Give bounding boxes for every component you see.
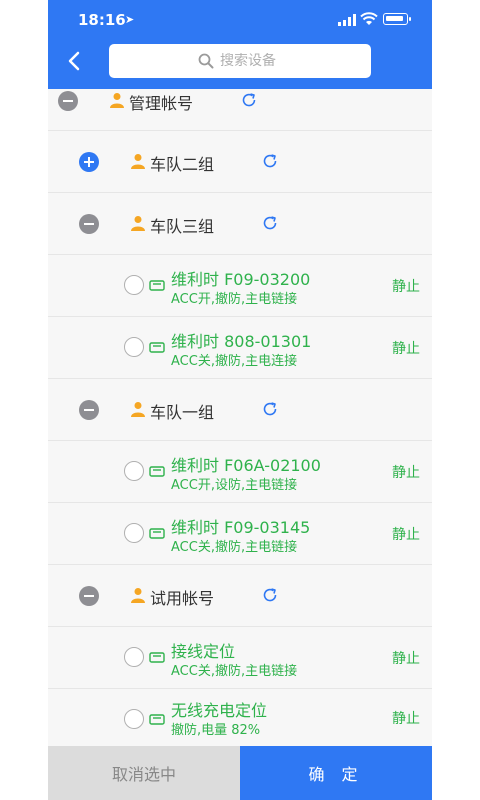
cancel-selection-button[interactable]: 取消选中 bbox=[48, 746, 240, 800]
device-name: 维利时 F09-03200 bbox=[171, 270, 311, 289]
group-row[interactable]: 试用帐号 bbox=[48, 565, 432, 627]
refresh-icon[interactable] bbox=[262, 215, 278, 231]
device-name: 维利时 F09-03145 bbox=[171, 518, 311, 537]
location-arrow-icon: ➤ bbox=[125, 13, 135, 26]
person-icon bbox=[131, 588, 145, 603]
status-time: 18:16 bbox=[78, 11, 126, 29]
car-icon bbox=[149, 342, 165, 353]
device-state: 静止 bbox=[392, 527, 420, 543]
group-row[interactable]: 车队二组 bbox=[48, 131, 432, 193]
device-state: 静止 bbox=[392, 341, 420, 357]
device-name: 接线定位 bbox=[171, 642, 236, 661]
back-chevron-icon[interactable] bbox=[63, 49, 87, 73]
device-name: 维利时 808-01301 bbox=[171, 332, 312, 351]
car-icon bbox=[149, 714, 165, 725]
minus-circle-icon[interactable] bbox=[79, 400, 99, 420]
device-row[interactable]: 无线充电定位 撤防,电量 82% 静止 bbox=[48, 689, 432, 746]
car-icon bbox=[149, 652, 165, 663]
car-icon bbox=[149, 528, 165, 539]
car-icon bbox=[149, 466, 165, 477]
group-name: 车队二组 bbox=[150, 155, 215, 174]
group-row[interactable]: 管理帐号 bbox=[48, 89, 432, 131]
refresh-icon[interactable] bbox=[262, 401, 278, 417]
wifi-icon bbox=[360, 12, 378, 25]
person-icon bbox=[131, 154, 145, 169]
signal-icon bbox=[338, 14, 356, 26]
person-icon bbox=[131, 402, 145, 417]
device-select-radio[interactable] bbox=[124, 647, 144, 667]
device-select-radio[interactable] bbox=[124, 275, 144, 295]
header: 18:16 ➤ bbox=[48, 0, 432, 89]
app-screen: 18:16 ➤ 搜索设备 管理帐号 车队二组 车队三组 维利时 F09-0320… bbox=[48, 0, 432, 800]
device-status: ACC关,撤防,主电链接 bbox=[171, 664, 298, 679]
device-row[interactable]: 维利时 808-01301 ACC关,撤防,主电连接 静止 bbox=[48, 317, 432, 379]
device-status: 撤防,电量 82% bbox=[171, 723, 261, 738]
group-row[interactable]: 车队一组 bbox=[48, 379, 432, 441]
search-input[interactable] bbox=[220, 53, 282, 69]
device-select-radio[interactable] bbox=[124, 337, 144, 357]
device-status: ACC关,撤防,主电连接 bbox=[171, 354, 298, 369]
refresh-icon[interactable] bbox=[262, 153, 278, 169]
person-icon bbox=[110, 93, 124, 108]
group-name: 车队一组 bbox=[150, 403, 215, 422]
group-name: 管理帐号 bbox=[129, 94, 194, 113]
car-icon bbox=[149, 280, 165, 291]
group-name: 车队三组 bbox=[150, 217, 215, 236]
device-select-radio[interactable] bbox=[124, 461, 144, 481]
device-select-radio[interactable] bbox=[124, 709, 144, 729]
group-row[interactable]: 车队三组 bbox=[48, 193, 432, 255]
device-status: ACC开,撤防,主电链接 bbox=[171, 292, 298, 307]
device-name: 无线充电定位 bbox=[171, 701, 268, 720]
device-state: 静止 bbox=[392, 465, 420, 481]
search-box[interactable] bbox=[109, 44, 371, 78]
confirm-button[interactable]: 确 定 bbox=[240, 746, 432, 800]
device-status: ACC开,设防,主电链接 bbox=[171, 478, 298, 493]
person-icon bbox=[131, 216, 145, 231]
minus-circle-icon[interactable] bbox=[79, 586, 99, 606]
device-row[interactable]: 维利时 F06A-02100 ACC开,设防,主电链接 静止 bbox=[48, 441, 432, 503]
refresh-icon[interactable] bbox=[262, 587, 278, 603]
device-state: 静止 bbox=[392, 651, 420, 667]
plus-circle-icon[interactable] bbox=[79, 152, 99, 172]
battery-icon bbox=[383, 13, 411, 25]
device-name: 维利时 F06A-02100 bbox=[171, 456, 321, 475]
device-row[interactable]: 接线定位 ACC关,撤防,主电链接 静止 bbox=[48, 627, 432, 689]
minus-circle-icon[interactable] bbox=[58, 91, 78, 111]
device-state: 静止 bbox=[392, 279, 420, 295]
minus-circle-icon[interactable] bbox=[79, 214, 99, 234]
footer: 取消选中 确 定 bbox=[48, 746, 432, 800]
status-bar: 18:16 ➤ bbox=[48, 0, 432, 40]
group-name: 试用帐号 bbox=[150, 589, 215, 608]
device-state: 静止 bbox=[392, 711, 420, 727]
device-tree: 管理帐号 车队二组 车队三组 维利时 F09-03200 ACC开,撤防,主电链… bbox=[48, 89, 432, 746]
refresh-icon[interactable] bbox=[241, 92, 257, 108]
device-status: ACC关,撤防,主电链接 bbox=[171, 540, 298, 555]
device-row[interactable]: 维利时 F09-03200 ACC开,撤防,主电链接 静止 bbox=[48, 255, 432, 317]
search-icon bbox=[198, 53, 214, 69]
device-select-radio[interactable] bbox=[124, 523, 144, 543]
device-row[interactable]: 维利时 F09-03145 ACC关,撤防,主电链接 静止 bbox=[48, 503, 432, 565]
